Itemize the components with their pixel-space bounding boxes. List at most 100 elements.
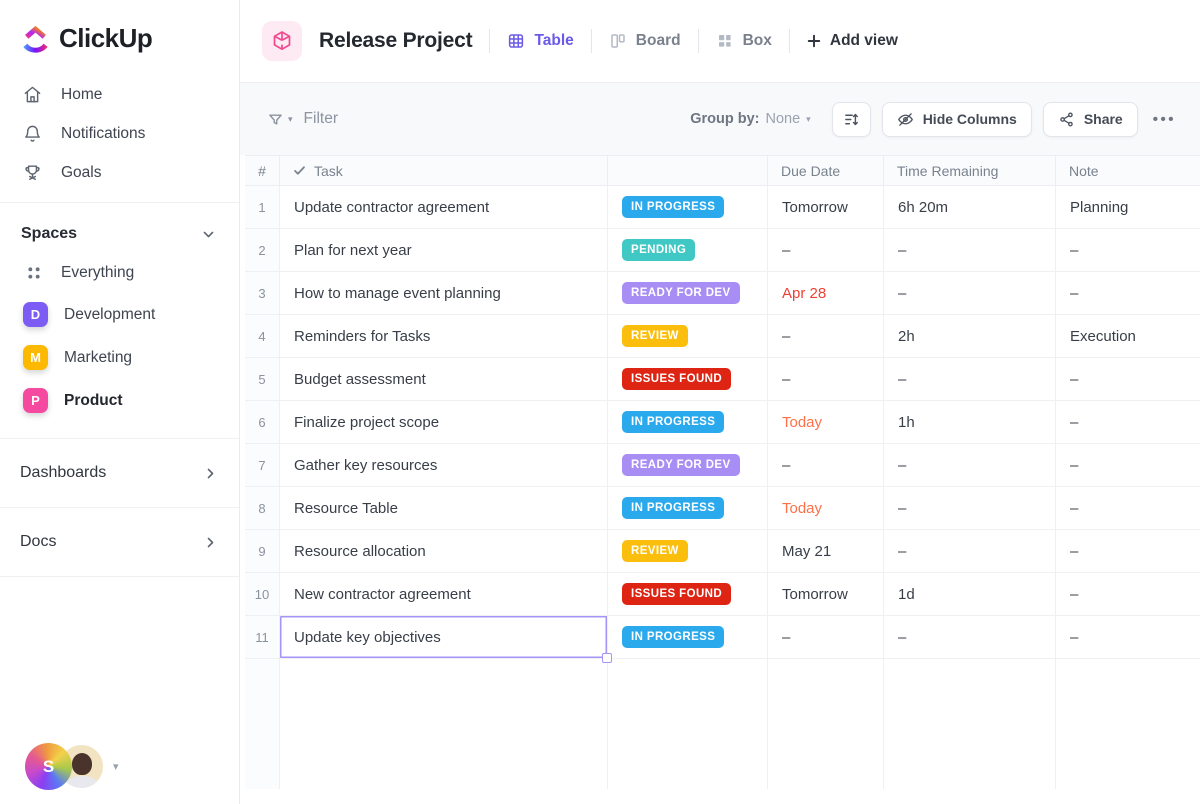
task-cell[interactable]: How to manage event planning xyxy=(280,272,608,314)
task-cell[interactable]: Resource allocation xyxy=(280,530,608,572)
task-cell[interactable]: New contractor agreement xyxy=(280,573,608,615)
status-cell[interactable]: IN PROGRESS xyxy=(608,487,768,529)
due-date-cell[interactable]: Today xyxy=(768,401,884,443)
share-button[interactable]: Share xyxy=(1042,101,1138,137)
task-cell[interactable]: Resource Table xyxy=(280,487,608,529)
due-date-cell[interactable]: – xyxy=(768,229,884,271)
status-badge[interactable]: PENDING xyxy=(622,239,696,261)
table-row[interactable]: 3 How to manage event planning READY FOR D… xyxy=(245,272,1200,315)
status-cell[interactable]: READY FOR DEV xyxy=(608,272,768,314)
status-cell[interactable]: READY FOR DEV xyxy=(608,444,768,486)
due-date-cell[interactable]: – xyxy=(768,616,884,658)
status-badge[interactable]: IN PROGRESS xyxy=(622,196,725,218)
time-remaining-cell[interactable]: – xyxy=(884,487,1056,529)
workspace-avatar[interactable]: S xyxy=(25,743,72,790)
column-header-due-date[interactable]: Due Date xyxy=(768,156,884,185)
note-cell[interactable]: – xyxy=(1056,530,1200,572)
task-cell[interactable]: Finalize project scope xyxy=(280,401,608,443)
status-cell[interactable]: IN PROGRESS xyxy=(608,186,768,228)
status-cell[interactable]: ISSUES FOUND xyxy=(608,358,768,400)
tab-box[interactable]: Box xyxy=(716,32,772,50)
time-remaining-cell[interactable]: 1d xyxy=(884,573,1056,615)
status-badge[interactable]: IN PROGRESS xyxy=(622,411,725,433)
due-date-cell[interactable]: – xyxy=(768,315,884,357)
column-header-number[interactable]: # xyxy=(245,156,280,185)
due-date-cell[interactable]: May 21 xyxy=(768,530,884,572)
chevron-down-icon[interactable]: ▾ xyxy=(113,760,119,773)
note-cell[interactable]: – xyxy=(1056,272,1200,314)
task-cell[interactable]: Reminders for Tasks xyxy=(280,315,608,357)
table-row[interactable]: 2 Plan for next year PENDING – – – xyxy=(245,229,1200,272)
column-header-time-remaining[interactable]: Time Remaining xyxy=(884,156,1056,185)
sidebar-item-dashboards[interactable]: Dashboards xyxy=(0,449,239,497)
sidebar-item-space-product[interactable]: P Product xyxy=(0,379,239,422)
task-cell[interactable]: Budget assessment xyxy=(280,358,608,400)
column-header-note[interactable]: Note xyxy=(1056,156,1200,185)
status-cell[interactable]: REVIEW xyxy=(608,530,768,572)
sidebar-item-space-development[interactable]: D Development xyxy=(0,293,239,336)
status-badge[interactable]: READY FOR DEV xyxy=(622,454,740,476)
tab-table[interactable]: Table xyxy=(507,32,574,50)
due-date-cell[interactable]: Today xyxy=(768,487,884,529)
time-remaining-cell[interactable]: 1h xyxy=(884,401,1056,443)
due-date-cell[interactable]: Apr 28 xyxy=(768,272,884,314)
time-remaining-cell[interactable]: – xyxy=(884,272,1056,314)
due-date-cell[interactable]: – xyxy=(768,358,884,400)
clickup-logo[interactable]: ClickUp xyxy=(0,0,239,55)
table-row[interactable]: 7 Gather key resources READY FOR DEV – – – xyxy=(245,444,1200,487)
note-cell[interactable]: – xyxy=(1056,487,1200,529)
status-badge[interactable]: IN PROGRESS xyxy=(622,497,725,519)
filter-button[interactable]: ▾ Filter xyxy=(268,110,338,128)
sidebar-item-space-marketing[interactable]: M Marketing xyxy=(0,336,239,379)
status-badge[interactable]: IN PROGRESS xyxy=(622,626,725,648)
note-cell[interactable]: Execution xyxy=(1056,315,1200,357)
due-date-cell[interactable]: – xyxy=(768,444,884,486)
time-remaining-cell[interactable]: – xyxy=(884,616,1056,658)
table-row[interactable]: 10 New contractor agreement ISSUES FOUND To… xyxy=(245,573,1200,616)
group-by-dropdown[interactable]: Group by: None ▾ xyxy=(690,111,810,127)
time-remaining-cell[interactable]: – xyxy=(884,444,1056,486)
table-row[interactable]: 11 Update key objectives IN PROGRESS – – – xyxy=(245,616,1200,663)
status-badge[interactable]: ISSUES FOUND xyxy=(622,368,732,390)
add-view-button[interactable]: Add view xyxy=(807,32,898,50)
note-cell[interactable]: – xyxy=(1056,358,1200,400)
task-cell[interactable]: Gather key resources xyxy=(280,444,608,486)
hide-columns-button[interactable]: Hide Columns xyxy=(881,101,1032,137)
table-row[interactable]: 5 Budget assessment ISSUES FOUND – – – xyxy=(245,358,1200,401)
due-date-cell[interactable]: Tomorrow xyxy=(768,186,884,228)
spaces-header[interactable]: Spaces xyxy=(0,213,239,253)
table-row[interactable]: 6 Finalize project scope IN PROGRESS Today 1… xyxy=(245,401,1200,444)
time-remaining-cell[interactable]: – xyxy=(884,358,1056,400)
task-cell[interactable]: Update contractor agreement xyxy=(280,186,608,228)
table-row[interactable]: 9 Resource allocation REVIEW May 21– – xyxy=(245,530,1200,573)
note-cell[interactable]: – xyxy=(1056,444,1200,486)
time-remaining-cell[interactable]: 2h xyxy=(884,315,1056,357)
time-remaining-cell[interactable]: – xyxy=(884,229,1056,271)
status-cell[interactable]: IN PROGRESS xyxy=(608,616,768,658)
time-remaining-cell[interactable]: – xyxy=(884,530,1056,572)
sidebar-item-goals[interactable]: Goals xyxy=(0,153,239,192)
status-badge[interactable]: READY FOR DEV xyxy=(622,282,740,304)
status-cell[interactable]: IN PROGRESS xyxy=(608,401,768,443)
sidebar-item-everything[interactable]: Everything xyxy=(0,253,239,293)
status-badge[interactable]: REVIEW xyxy=(622,540,688,562)
sidebar-item-home[interactable]: Home xyxy=(0,75,239,114)
status-cell[interactable]: PENDING xyxy=(608,229,768,271)
tab-board[interactable]: Board xyxy=(609,32,681,50)
more-options-button[interactable]: ••• xyxy=(1153,111,1176,128)
sort-rows-button[interactable] xyxy=(831,101,871,137)
table-row[interactable]: 8 Resource Table IN PROGRESS Today – – xyxy=(245,487,1200,530)
note-cell[interactable]: Planning xyxy=(1056,186,1200,228)
column-header-task[interactable]: Task xyxy=(280,156,608,185)
note-cell[interactable]: – xyxy=(1056,573,1200,615)
status-badge[interactable]: REVIEW xyxy=(622,325,688,347)
task-cell[interactable]: Update key objectives xyxy=(280,616,612,663)
table-row[interactable]: 4 Reminders for Tasks REVIEW –2h Execution xyxy=(245,315,1200,358)
due-date-cell[interactable]: Tomorrow xyxy=(768,573,884,615)
status-badge[interactable]: ISSUES FOUND xyxy=(622,583,732,605)
column-header-status[interactable] xyxy=(608,156,768,185)
note-cell[interactable]: – xyxy=(1056,616,1200,658)
status-cell[interactable]: ISSUES FOUND xyxy=(608,573,768,615)
selection-handle[interactable] xyxy=(602,653,612,663)
note-cell[interactable]: – xyxy=(1056,229,1200,271)
